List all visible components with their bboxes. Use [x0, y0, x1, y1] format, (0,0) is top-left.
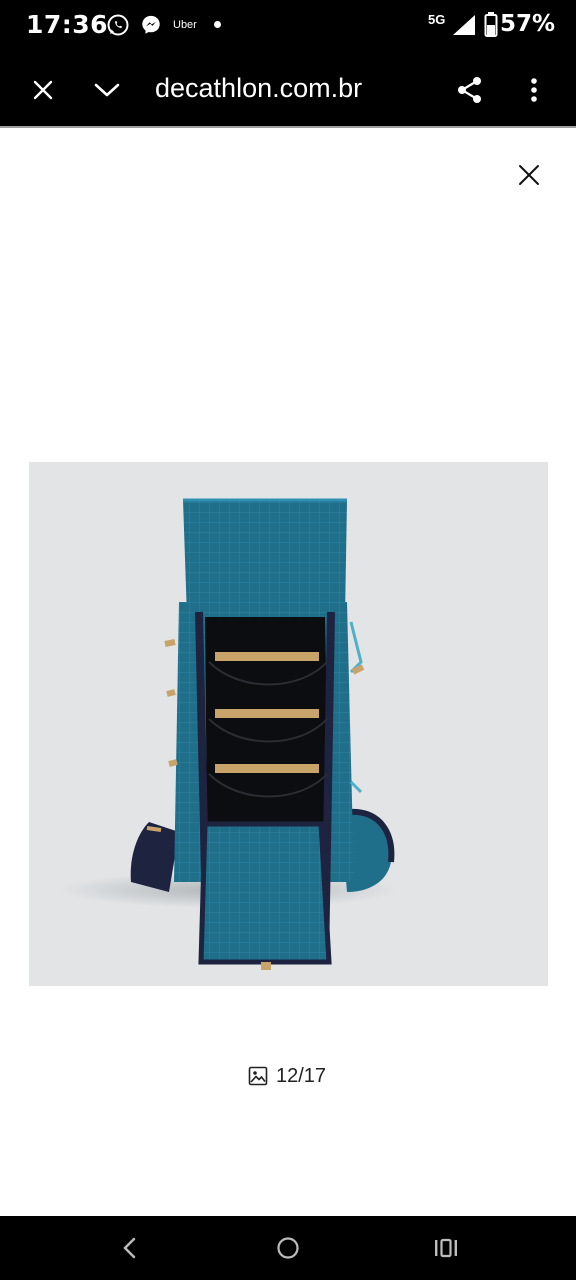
signal-icon: [453, 15, 475, 35]
custom-tab-toolbar: decathlon.com.br: [0, 52, 576, 126]
network-type: 5G: [428, 12, 446, 27]
back-button[interactable]: [114, 1232, 146, 1264]
image-counter-text: 12/17: [276, 1064, 327, 1087]
whatsapp-icon: [107, 14, 129, 36]
url-text[interactable]: decathlon.com.br: [155, 73, 362, 104]
navigation-bar: [0, 1216, 576, 1280]
toolbar-divider: [0, 126, 576, 128]
backpack-illustration: [59, 498, 399, 970]
notification-dot: [214, 21, 221, 28]
status-time: 17:36: [26, 10, 109, 39]
product-image[interactable]: [29, 462, 548, 986]
uber-label: Uber: [173, 19, 197, 31]
image-counter: 12/17: [248, 1063, 326, 1089]
messenger-icon: [142, 15, 160, 34]
battery-icon: [484, 12, 498, 37]
battery-percentage: 57%: [500, 11, 556, 37]
recents-button[interactable]: [430, 1232, 462, 1264]
close-icon: [519, 165, 539, 185]
share-icon: [458, 77, 481, 103]
more-options-button[interactable]: [516, 72, 552, 108]
close-viewer-button[interactable]: [512, 158, 546, 192]
status-bar: 17:36 Uber 5G 57%: [0, 0, 576, 52]
image-icon: [248, 1066, 268, 1086]
back-icon: [123, 1237, 136, 1259]
close-icon: [33, 80, 53, 100]
more-vert-icon: [531, 78, 537, 102]
minimize-tab-button[interactable]: [89, 72, 125, 108]
share-button[interactable]: [452, 72, 488, 108]
home-icon: [277, 1237, 299, 1259]
recents-icon: [435, 1238, 457, 1258]
home-button[interactable]: [272, 1232, 304, 1264]
close-tab-button[interactable]: [25, 72, 61, 108]
chevron-down-icon: [94, 83, 120, 97]
